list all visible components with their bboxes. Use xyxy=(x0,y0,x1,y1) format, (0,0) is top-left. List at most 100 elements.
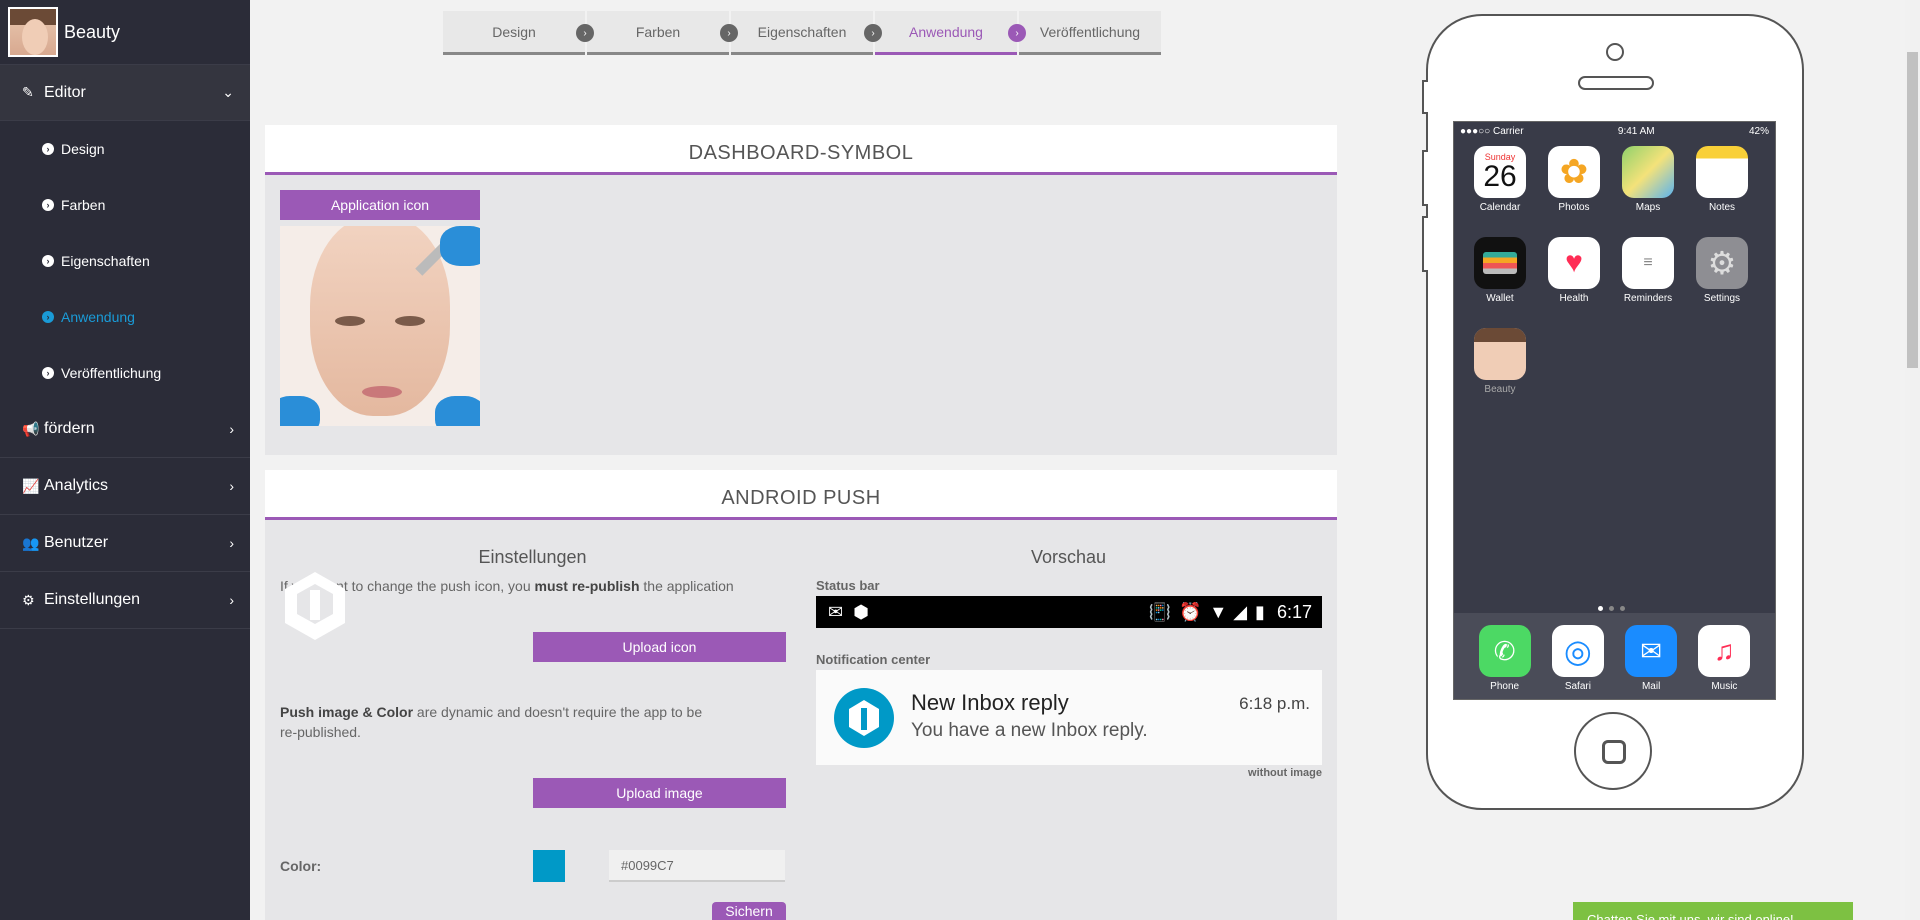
color-swatch[interactable] xyxy=(533,850,565,882)
notification-time: 6:18 p.m. xyxy=(1239,694,1310,713)
preview-title: Vorschau xyxy=(1030,547,1107,567)
push-logo-icon: ⬢ xyxy=(853,601,869,622)
sidebar-item-label: Einstellungen xyxy=(44,591,141,608)
step-label: Anwendung xyxy=(909,23,983,40)
chevron-right-icon: › xyxy=(229,592,234,608)
chevron-right-icon: › xyxy=(229,478,234,494)
application-icon-image[interactable] xyxy=(280,226,480,426)
scrollbar[interactable] xyxy=(1905,0,1920,920)
submenu-label: Eigenschaften xyxy=(61,253,150,269)
submenu-item-design[interactable]: › Design xyxy=(0,121,250,177)
upload-image-button[interactable]: Upload image xyxy=(533,778,786,808)
app-reminders[interactable]: ≡ Reminders xyxy=(1622,237,1674,304)
submenu-item-farben[interactable]: › Farben xyxy=(0,177,250,233)
phone-screen: ●●●○○ Carrier 9:41 AM 42% Sunday 26 Cale… xyxy=(1453,121,1776,700)
android-push-panel: ANDROID PUSH Einstellungen If you want t… xyxy=(265,470,1337,920)
app-title: Beauty xyxy=(64,21,121,42)
submenu-item-veroeffentlichung[interactable]: › Veröffentlichung xyxy=(0,345,250,401)
sidebar-item-benutzer[interactable]: 👥 Benutzer › xyxy=(0,515,250,572)
push-logo-icon xyxy=(285,572,345,640)
notification-preview: New Inbox reply 6:18 p.m. You have a new… xyxy=(816,670,1322,765)
app-label: Maps xyxy=(1635,202,1661,213)
step-farben[interactable]: Farben › xyxy=(587,11,738,55)
chevron-right-icon: › xyxy=(229,421,234,437)
app-beauty[interactable]: Beauty xyxy=(1474,328,1526,395)
save-button[interactable]: Sichern xyxy=(712,902,786,920)
settings-icon: ⚙ xyxy=(1696,237,1748,289)
application-icon-button[interactable]: Application icon xyxy=(280,190,480,220)
color-input[interactable] xyxy=(609,850,785,882)
step-eigenschaften[interactable]: Eigenschaften › xyxy=(731,11,882,55)
app-label: Mail xyxy=(1641,681,1661,692)
dock-safari[interactable]: ◎ Safari xyxy=(1551,625,1604,699)
maps-icon xyxy=(1622,146,1674,198)
settings-title: Einstellungen xyxy=(478,547,587,567)
dock-music[interactable]: ♫ Music xyxy=(1698,625,1751,699)
sidebar-item-label: fördern xyxy=(44,420,95,437)
app-settings[interactable]: ⚙ Settings xyxy=(1696,237,1748,304)
dock-phone[interactable]: ✆ Phone xyxy=(1478,625,1531,699)
chevron-circle-icon: › xyxy=(42,199,54,211)
app-label: Beauty xyxy=(1484,384,1516,395)
editor-submenu: › Design › Farben › Eigenschaften › Anwendun… xyxy=(0,121,250,401)
sidebar-item-editor[interactable]: ✎ Editor ⌄ xyxy=(0,65,250,121)
volume-up-button xyxy=(1422,150,1428,206)
app-photos[interactable]: ✿ Photos xyxy=(1548,146,1600,213)
notification-center-label: Notification center xyxy=(816,652,931,667)
chevron-circle-icon: › xyxy=(42,255,54,267)
step-label: Veröffentlichung xyxy=(1039,23,1141,40)
notification-title: New Inbox reply xyxy=(911,690,1069,715)
step-veroeffentlichung[interactable]: Veröffentlichung xyxy=(1019,11,1161,55)
app-grid: Sunday 26 Calendar ✿ Photos Maps Notes W… xyxy=(1474,146,1748,395)
sidebar-item-analytics[interactable]: 📈 Analytics › xyxy=(0,458,250,515)
app-calendar[interactable]: Sunday 26 Calendar xyxy=(1474,146,1526,213)
step-anwendung[interactable]: Anwendung › xyxy=(875,11,1026,55)
chevron-circle-icon: › xyxy=(576,24,594,42)
step-label: Eigenschaften xyxy=(757,23,847,40)
app-label: Safari xyxy=(1564,681,1591,692)
dashboard-panel: DASHBOARD-SYMBOL Application icon xyxy=(265,125,1337,455)
health-icon: ♥ xyxy=(1548,237,1600,289)
sidebar-item-label: Benutzer xyxy=(44,534,109,551)
volume-down-button xyxy=(1422,216,1428,272)
sidebar-item-einstellungen[interactable]: ⚙ Einstellungen › xyxy=(0,572,250,629)
ios-battery: 42% xyxy=(1748,125,1769,137)
app-logo xyxy=(8,7,58,57)
sidebar-item-label: Analytics xyxy=(44,477,109,494)
app-health[interactable]: ♥ Health xyxy=(1548,237,1600,304)
line-chart-icon: 📈 xyxy=(22,477,40,494)
users-icon: 👥 xyxy=(22,534,40,551)
scrollbar-thumb[interactable] xyxy=(1907,52,1918,368)
app-notes[interactable]: Notes xyxy=(1696,146,1748,213)
chevron-circle-icon: › xyxy=(42,367,54,379)
chevron-circle-icon: › xyxy=(42,143,54,155)
submenu-item-eigenschaften[interactable]: › Eigenschaften xyxy=(0,233,250,289)
submenu-item-anwendung[interactable]: › Anwendung xyxy=(0,289,250,345)
signal-dots-icon: ●●●○○ xyxy=(1460,125,1493,137)
brand[interactable]: Beauty xyxy=(0,0,250,65)
carrier: Carrier xyxy=(1492,125,1524,137)
dynamic-info: Push image & Color are dynamic and doesn… xyxy=(280,704,703,740)
app-maps[interactable]: Maps xyxy=(1622,146,1674,213)
page-dots xyxy=(1598,606,1625,611)
chevron-circle-icon: › xyxy=(864,24,882,42)
sidebar: Beauty ✎ Editor ⌄ › Design › Farben › Eigen… xyxy=(0,0,250,920)
upload-icon-button[interactable]: Upload icon xyxy=(533,632,786,662)
step-label: Farben xyxy=(635,23,681,40)
beauty-app-icon xyxy=(1474,328,1526,380)
chat-widget[interactable]: Chatten Sie mit uns, wir sind online! xyxy=(1573,902,1853,920)
panel-title: DASHBOARD-SYMBOL xyxy=(265,125,1337,175)
signal-icon: ◢ xyxy=(1233,601,1248,622)
home-button[interactable] xyxy=(1574,712,1652,790)
panel-title: ANDROID PUSH xyxy=(265,470,1337,520)
sidebar-item-foerdern[interactable]: 📢 fördern › xyxy=(0,401,250,458)
app-wallet[interactable]: Wallet xyxy=(1474,237,1526,304)
dock-mail[interactable]: ✉ Mail xyxy=(1625,625,1678,699)
app-label: Notes xyxy=(1708,202,1736,213)
step-design[interactable]: Design › xyxy=(443,11,594,55)
megaphone-icon: 📢 xyxy=(22,420,40,437)
dock: ✆ Phone ◎ Safari ✉ Mail ♫ Music xyxy=(1454,613,1775,699)
chevron-circle-icon: › xyxy=(42,311,54,323)
gears-icon: ⚙ xyxy=(22,591,35,608)
photos-icon: ✿ xyxy=(1548,146,1600,198)
